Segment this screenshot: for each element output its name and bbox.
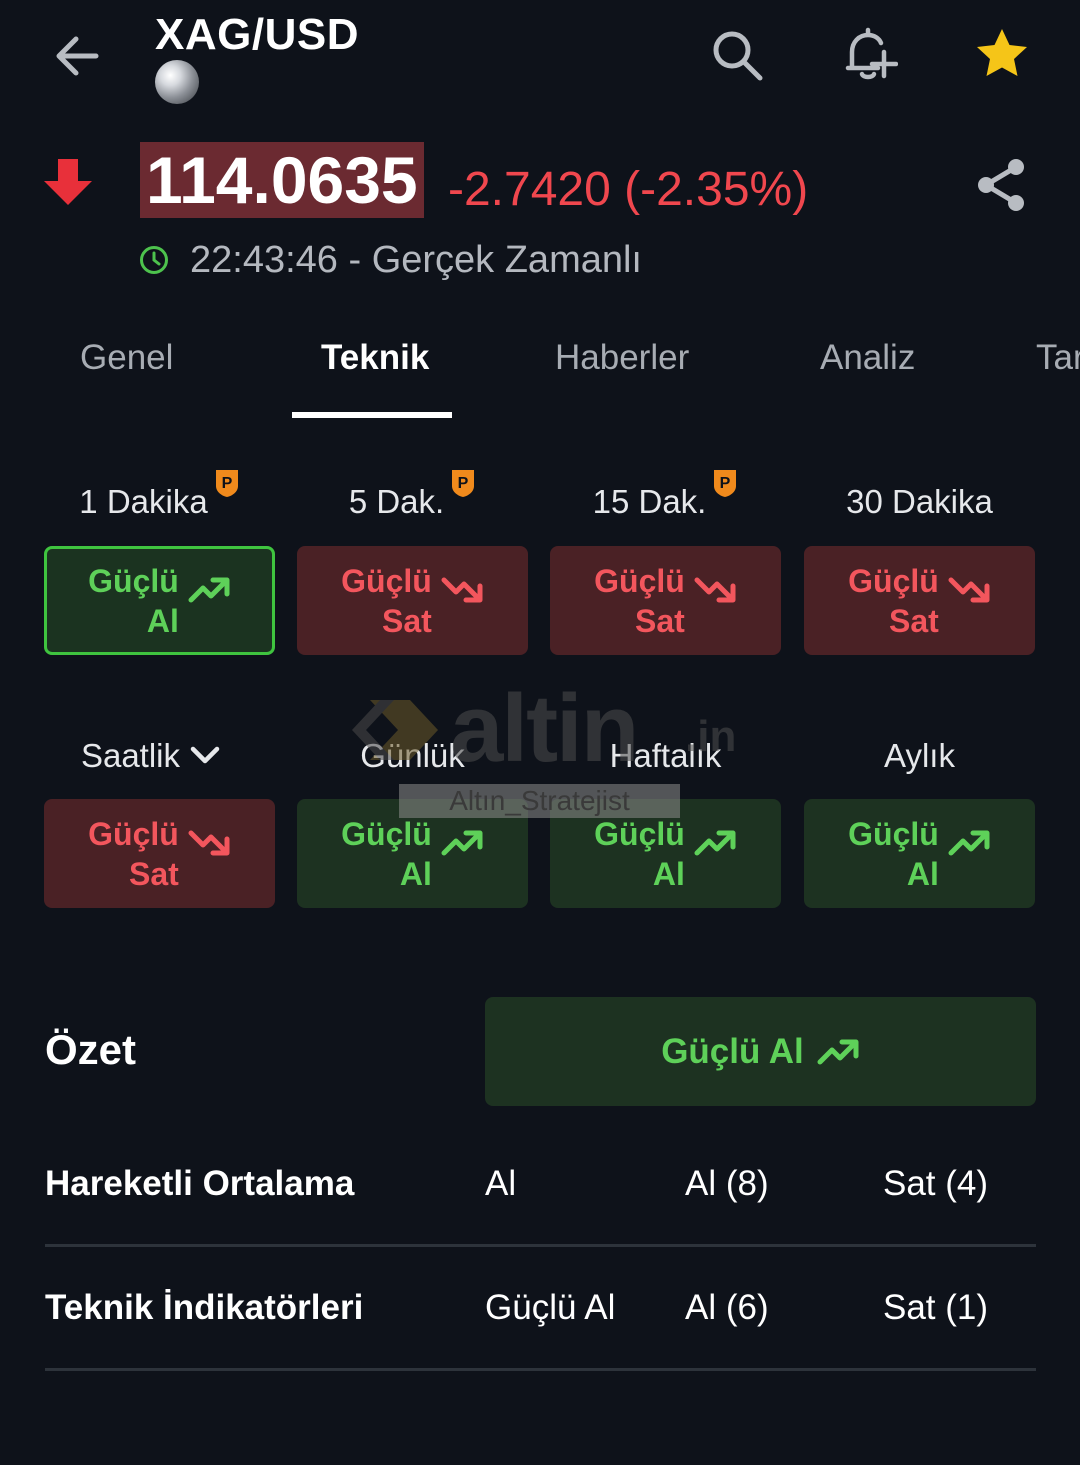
trend-up-icon — [694, 830, 736, 855]
signal-line-2: Sat — [889, 602, 939, 639]
signal-card-5m[interactable]: Güçlü Sat — [297, 546, 528, 655]
timeframe-label-weekly: Haftalık — [609, 737, 722, 774]
signal-line-2: Al — [399, 855, 432, 892]
timeframe-label-text: 1 Dakika — [79, 483, 208, 520]
trend-down-icon — [694, 577, 736, 602]
tab-bar: Genel Teknik Haberler Analiz Tar — [0, 330, 1080, 420]
search-icon — [713, 31, 763, 81]
price-change: -2.7420 (-2.35%) — [448, 163, 809, 216]
timeframe-label-1m: 1 Dakika P — [44, 470, 275, 522]
summary-signal-card[interactable]: Güçlü Al — [485, 997, 1036, 1106]
summary-signal-label: Güçlü Al — [661, 1031, 804, 1071]
timeframe-label-monthly: Aylık — [884, 737, 955, 774]
price-down-arrow-icon — [40, 155, 96, 211]
signal-line-1: Güçlü — [848, 815, 939, 852]
signal-line-1: Güçlü — [88, 562, 179, 599]
signal-card-hourly[interactable]: Güçlü Sat — [44, 799, 275, 908]
table-row-moving-averages[interactable]: Hareketli Ortalama Al Al (8) Sat (4) — [45, 1144, 1036, 1244]
trend-down-icon — [948, 577, 990, 602]
trend-down-icon — [188, 830, 230, 855]
pro-badge-icon: P — [215, 470, 238, 497]
tab-analiz[interactable]: Analiz — [820, 336, 915, 380]
clock-icon — [138, 244, 170, 276]
watermark-tag: Altın_Stratejist — [399, 784, 680, 818]
share-button[interactable] — [972, 155, 1032, 215]
svg-text:P: P — [720, 475, 731, 492]
row-sell-count: Sat (4) — [883, 1164, 989, 1203]
row-buy-count: Al (8) — [685, 1164, 769, 1203]
signal-line-1: Güçlü — [341, 562, 432, 599]
svg-text:P: P — [458, 475, 469, 492]
trend-up-icon — [188, 577, 230, 602]
signal-line-1: Güçlü — [88, 815, 179, 852]
pro-badge-icon: P — [714, 470, 737, 497]
silver-coin-icon — [155, 60, 199, 104]
row-name: Hareketli Ortalama — [45, 1164, 355, 1203]
signal-card-monthly[interactable]: Güçlü Al — [804, 799, 1035, 908]
row-name: Teknik İndikatörleri — [45, 1288, 364, 1327]
timeframe-label-daily: Günlük — [360, 737, 465, 774]
add-alert-button[interactable] — [838, 24, 899, 84]
timeframe-dropdown-hourly[interactable]: Saatlik — [36, 736, 267, 776]
timeframe-label-text: 15 Dak. — [592, 483, 707, 520]
timeframe-label-30m: 30 Dakika — [846, 483, 993, 520]
signal-card-15m[interactable]: Güçlü Sat — [550, 546, 781, 655]
row-divider — [45, 1368, 1036, 1371]
signal-line-2: Sat — [129, 855, 179, 892]
back-button[interactable] — [50, 28, 106, 84]
row-divider — [45, 1244, 1036, 1247]
signal-card-1m[interactable]: Güçlü Al — [44, 546, 275, 655]
signal-line-2: Al — [652, 855, 685, 892]
table-row-technical-indicators[interactable]: Teknik İndikatörleri Güçlü Al Al (6) Sat… — [45, 1268, 1036, 1368]
row-sell-count: Sat (1) — [883, 1288, 989, 1327]
realtime-timestamp: 22:43:46 - Gerçek Zamanlı — [190, 239, 642, 281]
signal-card-30m[interactable]: Güçlü Sat — [804, 546, 1035, 655]
trend-up-icon — [817, 1039, 859, 1064]
signal-line-2: Sat — [635, 602, 685, 639]
summary-title: Özet — [45, 1026, 137, 1073]
active-tab-indicator — [292, 412, 452, 418]
star-icon — [977, 29, 1027, 76]
arrow-left-icon — [56, 36, 99, 76]
last-price: 114.0635 — [140, 142, 424, 218]
tab-more[interactable]: Tar — [1036, 336, 1080, 380]
signal-line-2: Sat — [382, 602, 432, 639]
bell-plus-icon — [845, 27, 899, 80]
timeframe-label-5m: 5 Dak. P — [297, 470, 528, 522]
tab-genel[interactable]: Genel — [80, 336, 173, 380]
trend-down-icon — [441, 577, 483, 602]
signal-line-1: Güçlü — [341, 815, 432, 852]
signal-line-2: Al — [146, 602, 179, 639]
svg-text:P: P — [221, 475, 232, 492]
row-signal: Güçlü Al — [485, 1288, 616, 1327]
tab-teknik[interactable]: Teknik — [321, 336, 429, 380]
share-icon — [978, 159, 1024, 211]
pro-badge-icon: P — [452, 470, 475, 497]
timeframe-label-15m: 15 Dak. P — [550, 470, 781, 522]
row-buy-count: Al (6) — [685, 1288, 769, 1327]
signal-line-1: Güçlü — [594, 815, 685, 852]
timeframe-label-text: Saatlik — [80, 737, 181, 774]
timeframe-label-text: 5 Dak. — [348, 483, 445, 520]
signal-line-2: Al — [906, 855, 939, 892]
row-signal: Al — [485, 1164, 517, 1203]
trend-up-icon — [441, 830, 483, 855]
favorite-button[interactable] — [972, 24, 1032, 84]
instrument-symbol: XAG/USD — [155, 10, 359, 59]
trend-up-icon — [948, 830, 990, 855]
tab-haberler[interactable]: Haberler — [555, 336, 689, 380]
signal-line-1: Güçlü — [848, 562, 939, 599]
signal-line-1: Güçlü — [594, 562, 685, 599]
chevron-down-icon — [190, 747, 220, 764]
search-button[interactable] — [706, 24, 766, 84]
